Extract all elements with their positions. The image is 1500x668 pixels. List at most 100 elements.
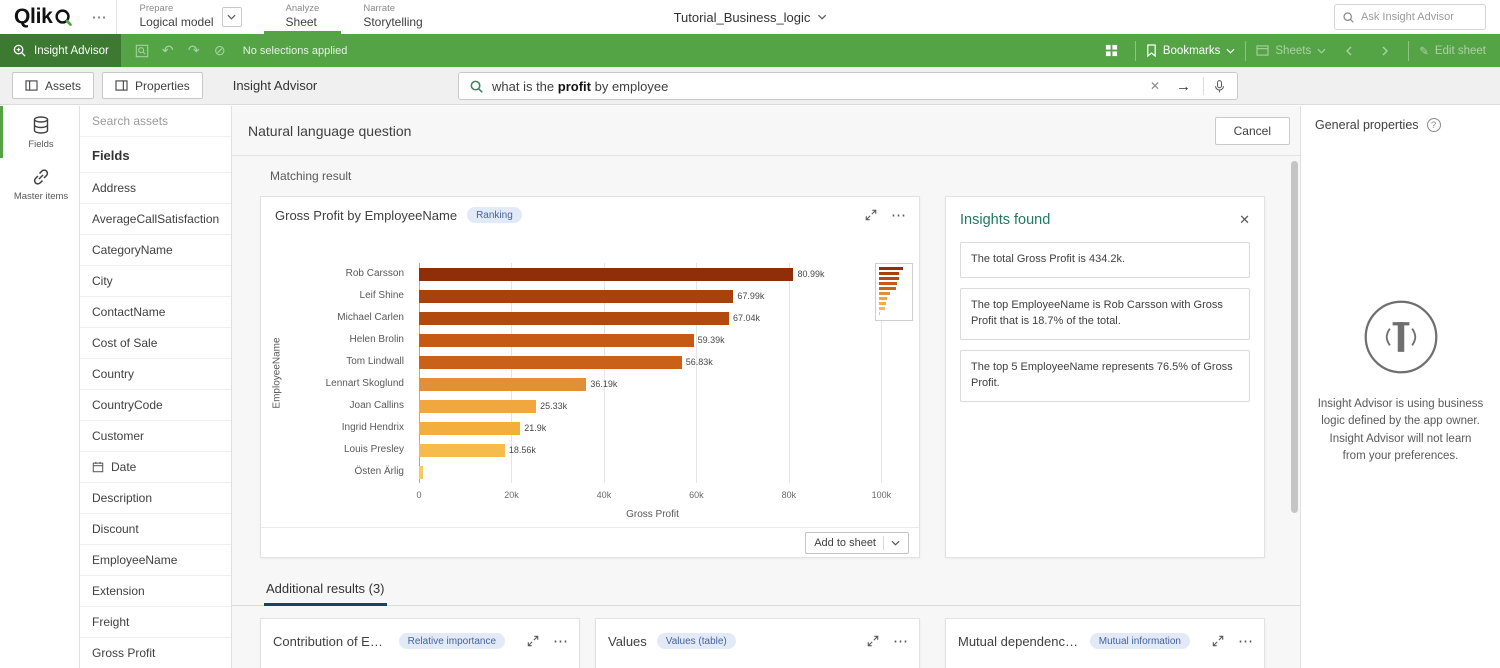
bar-value-label: 36.19k [590, 379, 617, 389]
step-forward-icon[interactable]: ↷ [181, 34, 207, 67]
card-title: Values [608, 634, 647, 649]
step-back-icon[interactable]: ↶ [155, 34, 181, 67]
field-label: Date [111, 460, 136, 474]
more-menu-icon[interactable]: ⋯ [81, 0, 116, 34]
search-icon [1342, 11, 1355, 24]
field-item-customer[interactable]: Customer [80, 420, 231, 451]
bar-louis-presley[interactable] [419, 444, 505, 457]
clear-query-icon[interactable]: ✕ [1146, 79, 1164, 93]
sheets-button[interactable]: Sheets [1256, 45, 1326, 57]
chart-navigator[interactable] [875, 263, 913, 321]
insight-advisor-button[interactable]: Insight Advisor [0, 34, 121, 67]
tab-analyze[interactable]: Analyze Sheet [264, 0, 342, 34]
database-icon [31, 115, 51, 135]
expand-icon[interactable] [525, 633, 541, 649]
expand-icon[interactable] [865, 633, 881, 649]
chevron-down-icon [1317, 48, 1326, 54]
clear-selections-icon[interactable]: ⊘ [207, 34, 233, 67]
edit-sheet-button[interactable]: ✎ Edit sheet [1419, 44, 1486, 58]
field-item-discount[interactable]: Discount [80, 513, 231, 544]
x-tick-label: 20k [504, 490, 519, 500]
field-item-employeename[interactable]: EmployeeName [80, 544, 231, 575]
bar-lennart-skoglund[interactable] [419, 378, 586, 391]
field-item-city[interactable]: City [80, 265, 231, 296]
assets-button[interactable]: Assets [12, 72, 94, 99]
bar-row: 67.99k [419, 285, 886, 307]
field-item-address[interactable]: Address [80, 172, 231, 203]
add-to-sheet-button[interactable]: Add to sheet [805, 532, 909, 554]
cancel-button[interactable]: Cancel [1215, 117, 1290, 145]
query-text-input[interactable]: what is the profit by employee [492, 79, 1138, 94]
bar-rob-carsson[interactable] [419, 268, 793, 281]
expand-icon[interactable] [863, 207, 879, 223]
expand-icon[interactable] [1210, 633, 1226, 649]
bar-ingrid-hendrix[interactable] [419, 422, 520, 435]
microphone-icon[interactable] [1212, 79, 1227, 94]
close-icon[interactable]: ✕ [1239, 212, 1250, 228]
field-item-extension[interactable]: Extension [80, 575, 231, 606]
logical-model-dropdown-button[interactable] [222, 7, 242, 27]
more-menu-icon[interactable]: ⋯ [891, 630, 911, 652]
bar-value-label: 56.83k [686, 357, 713, 367]
search-assets-input[interactable] [92, 114, 219, 128]
rail-item-master-items[interactable]: Master items [0, 158, 79, 210]
bar--sten-rlig[interactable] [419, 466, 423, 479]
y-category-label: Rob Carsson [287, 263, 411, 285]
tab-additional-results[interactable]: Additional results (3) [264, 581, 387, 606]
field-label: Cost of Sale [92, 336, 157, 350]
bar-michael-carlen[interactable] [419, 312, 729, 325]
bar-leif-shine[interactable] [419, 290, 733, 303]
bar-tom-lindwall[interactable] [419, 356, 682, 369]
help-icon[interactable]: ? [1427, 118, 1441, 132]
divider [883, 536, 884, 550]
bar-value-label: 18.56k [509, 445, 536, 455]
field-item-categoryname[interactable]: CategoryName [80, 234, 231, 265]
y-category-label: Östen Ärlig [287, 461, 411, 483]
assets-panel: Fields AddressAverageCallSatisfactionCat… [80, 106, 232, 668]
bar-helen-brolin[interactable] [419, 334, 694, 347]
divider [232, 605, 1300, 606]
fields-section-title: Fields [80, 137, 231, 172]
next-sheet-icon[interactable] [1372, 34, 1398, 67]
previous-sheet-icon[interactable] [1336, 34, 1362, 67]
page-title: Natural language question [248, 123, 411, 139]
field-item-country[interactable]: Country [80, 358, 231, 389]
field-item-averagecallsatisfaction[interactable]: AverageCallSatisfaction [80, 203, 231, 234]
more-menu-icon[interactable]: ⋯ [551, 630, 571, 652]
search-assets-box[interactable] [80, 106, 231, 137]
more-menu-icon[interactable]: ⋯ [889, 204, 909, 226]
ask-insight-advisor-search[interactable] [1334, 4, 1486, 30]
ask-insight-advisor-input[interactable] [1361, 11, 1478, 23]
qlik-logo-q-icon [54, 8, 73, 27]
field-item-countrycode[interactable]: CountryCode [80, 389, 231, 420]
rail-item-fields[interactable]: Fields [0, 106, 79, 158]
bar-row: 25.33k [419, 395, 886, 417]
card-badge: Values (table) [657, 633, 736, 649]
chart-xaxis: 020k40k60k80k100k [419, 490, 886, 503]
divider [1203, 77, 1204, 95]
app-title-dropdown[interactable]: Tutorial_Business_logic [674, 0, 827, 34]
chart-bars: 80.99k67.99k67.04k59.39k56.83k36.19k25.3… [419, 263, 886, 483]
field-item-contactname[interactable]: ContactName [80, 296, 231, 327]
field-label: Country [92, 367, 134, 381]
x-tick-label: 100k [872, 490, 892, 500]
app-grid-icon[interactable] [1099, 34, 1125, 67]
field-label: ContactName [92, 305, 165, 319]
more-menu-icon[interactable]: ⋯ [1236, 630, 1256, 652]
tab-prepare[interactable]: Prepare Logical model [117, 0, 263, 34]
properties-button[interactable]: Properties [102, 72, 203, 99]
field-item-gross-profit[interactable]: Gross Profit [80, 637, 231, 668]
field-item-cost-of-sale[interactable]: Cost of Sale [80, 327, 231, 358]
qlik-logo[interactable]: Qlik [0, 0, 81, 34]
tab-narrate[interactable]: Narrate Storytelling [341, 0, 444, 34]
scrollbar-thumb[interactable] [1291, 161, 1298, 513]
general-properties-title: General properties [1315, 118, 1419, 132]
bookmarks-button[interactable]: Bookmarks [1146, 44, 1236, 57]
search-selections-icon[interactable] [129, 34, 155, 67]
field-item-date[interactable]: Date [80, 451, 231, 482]
y-category-label: Joan Callins [287, 395, 411, 417]
submit-query-icon[interactable]: → [1172, 78, 1195, 95]
field-item-freight[interactable]: Freight [80, 606, 231, 637]
bar-joan-callins[interactable] [419, 400, 536, 413]
field-item-description[interactable]: Description [80, 482, 231, 513]
